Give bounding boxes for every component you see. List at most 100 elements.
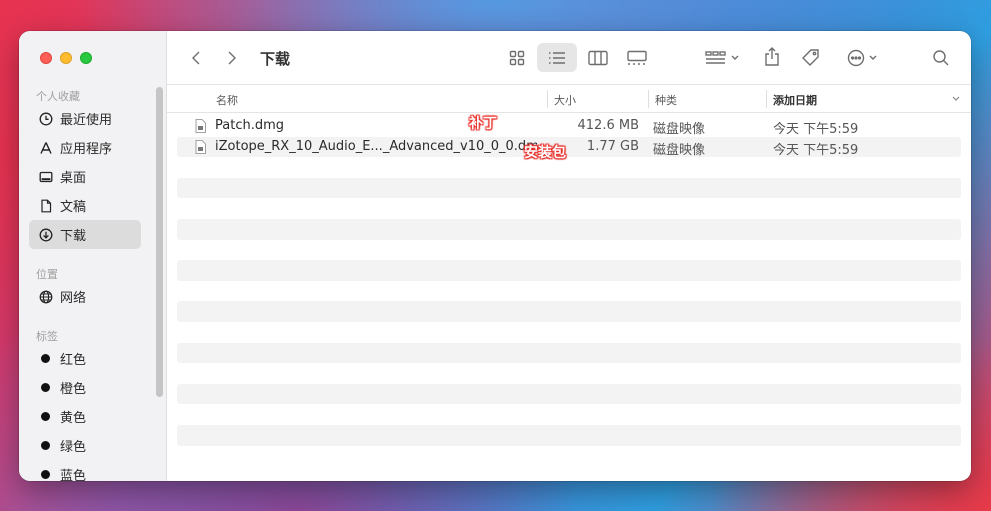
clock-icon bbox=[38, 111, 54, 127]
sidebar-item-label: 桌面 bbox=[60, 171, 87, 186]
list-icon bbox=[549, 51, 565, 64]
chevron-left-icon bbox=[192, 51, 200, 65]
list-view-button[interactable] bbox=[537, 43, 577, 72]
empty-row bbox=[177, 424, 961, 446]
column-date-added[interactable]: 添加日期 bbox=[773, 92, 817, 108]
sidebar-section-locations: 位置 bbox=[36, 268, 58, 281]
file-list: Patch.dmg 412.6 MB 磁盘映像 今天 下午5:59 iZotop… bbox=[177, 116, 961, 466]
tags-button[interactable] bbox=[797, 43, 825, 73]
sidebar-tag-red[interactable]: 红色 bbox=[29, 344, 141, 373]
columns-icon bbox=[588, 50, 608, 66]
empty-row bbox=[177, 281, 961, 302]
sidebar-section-favorites: 个人收藏 bbox=[36, 90, 80, 103]
column-divider[interactable] bbox=[547, 90, 548, 108]
chevron-down-icon bbox=[731, 55, 738, 60]
desktop-icon bbox=[38, 169, 54, 185]
sidebar-item-label: 下载 bbox=[60, 229, 87, 244]
sidebar-tag-blue[interactable]: 蓝色 bbox=[29, 460, 141, 481]
sidebar-item-recents[interactable]: 最近使用 bbox=[29, 104, 141, 133]
sidebar-tag-orange[interactable]: 橙色 bbox=[29, 373, 141, 402]
sidebar-item-label: 文稿 bbox=[60, 200, 87, 215]
gallery-view-button[interactable] bbox=[622, 44, 652, 72]
column-name[interactable]: 名称 bbox=[216, 92, 238, 108]
minimize-button[interactable] bbox=[60, 52, 72, 64]
window-controls bbox=[40, 52, 92, 64]
chevron-down-icon bbox=[869, 55, 876, 60]
table-row[interactable]: Patch.dmg 412.6 MB 磁盘映像 今天 下午5:59 bbox=[177, 116, 961, 137]
document-icon bbox=[38, 198, 54, 214]
search-button[interactable] bbox=[927, 44, 955, 72]
close-button[interactable] bbox=[40, 52, 52, 64]
sidebar-item-label: 绿色 bbox=[60, 440, 87, 455]
empty-row bbox=[177, 363, 961, 384]
empty-row bbox=[177, 404, 961, 425]
empty-row bbox=[177, 301, 961, 322]
sidebar-item-downloads[interactable]: 下载 bbox=[29, 220, 141, 249]
dmg-file-icon bbox=[195, 119, 206, 133]
column-divider[interactable] bbox=[648, 90, 649, 108]
chevron-right-icon bbox=[228, 51, 236, 65]
file-name: iZotope_RX_10_Audio_E..._Advanced_v10_0_… bbox=[215, 138, 537, 154]
sidebar-scrollbar[interactable] bbox=[156, 87, 163, 397]
sidebar-item-label: 最近使用 bbox=[60, 113, 113, 128]
icon-view-button[interactable] bbox=[502, 44, 532, 72]
empty-row bbox=[177, 177, 961, 199]
share-icon bbox=[765, 47, 779, 66]
sidebar-item-documents[interactable]: 文稿 bbox=[29, 191, 141, 220]
sidebar-item-network[interactable]: 网络 bbox=[29, 282, 141, 311]
sidebar-item-desktop[interactable]: 桌面 bbox=[29, 162, 141, 191]
sidebar-item-label: 红色 bbox=[60, 353, 87, 368]
tag-dot-icon bbox=[41, 441, 50, 450]
grid-icon bbox=[509, 50, 525, 66]
sidebar-item-label: 应用程序 bbox=[60, 142, 113, 157]
sidebar-tag-yellow[interactable]: 黄色 bbox=[29, 402, 141, 431]
column-view-button[interactable] bbox=[583, 44, 613, 72]
sidebar-section-tags: 标签 bbox=[36, 330, 58, 343]
group-by-button[interactable] bbox=[701, 44, 743, 72]
sidebar-item-label: 蓝色 bbox=[60, 469, 87, 481]
more-actions-button[interactable] bbox=[841, 44, 883, 72]
sidebar-item-label: 黄色 bbox=[60, 411, 87, 426]
tag-dot-icon bbox=[41, 412, 50, 421]
file-size: 1.77 GB bbox=[586, 138, 639, 154]
download-icon bbox=[38, 227, 54, 243]
tag-dot-icon bbox=[41, 383, 50, 392]
file-kind: 磁盘映像 bbox=[653, 122, 706, 137]
search-icon bbox=[933, 50, 949, 66]
dmg-file-icon bbox=[195, 139, 206, 154]
window-title: 下载 bbox=[260, 50, 291, 68]
sidebar-item-label: 网络 bbox=[60, 291, 87, 306]
back-button[interactable] bbox=[185, 46, 207, 70]
share-button[interactable] bbox=[759, 42, 785, 72]
file-kind: 磁盘映像 bbox=[653, 142, 706, 158]
zoom-button[interactable] bbox=[80, 52, 92, 64]
column-size[interactable]: 大小 bbox=[554, 92, 576, 108]
empty-row bbox=[177, 218, 961, 240]
empty-row bbox=[177, 157, 961, 178]
empty-row bbox=[177, 446, 961, 467]
empty-row bbox=[177, 383, 961, 405]
sidebar-item-label: 橙色 bbox=[60, 382, 87, 397]
annotation-installer-label: 安装包 bbox=[524, 145, 566, 161]
file-date: 今天 下午5:59 bbox=[773, 142, 859, 158]
empty-row bbox=[177, 322, 961, 343]
annotation-patch-label: 补丁 bbox=[469, 116, 497, 132]
column-divider[interactable] bbox=[766, 90, 767, 108]
file-size: 412.6 MB bbox=[577, 118, 639, 133]
tag-dot-icon bbox=[41, 470, 50, 479]
sidebar-item-applications[interactable]: 应用程序 bbox=[29, 133, 141, 162]
tag-icon bbox=[802, 49, 819, 66]
applications-icon bbox=[38, 140, 54, 156]
column-header: 名称 大小 种类 添加日期 bbox=[167, 85, 971, 113]
file-browser: 下载 名称 大小 种类 添加日期 Patch.dmg 412.6 MB 磁盘映像… bbox=[167, 31, 971, 481]
empty-row bbox=[177, 260, 961, 281]
globe-icon bbox=[38, 289, 54, 305]
sort-chevron-icon[interactable] bbox=[951, 95, 961, 103]
file-date: 今天 下午5:59 bbox=[773, 122, 859, 137]
table-row[interactable]: iZotope_RX_10_Audio_E..._Advanced_v10_0_… bbox=[177, 136, 961, 158]
column-kind[interactable]: 种类 bbox=[655, 92, 677, 108]
sidebar-tag-green[interactable]: 绿色 bbox=[29, 431, 141, 460]
forward-button[interactable] bbox=[221, 46, 243, 70]
empty-row bbox=[177, 240, 961, 261]
empty-row bbox=[177, 198, 961, 219]
